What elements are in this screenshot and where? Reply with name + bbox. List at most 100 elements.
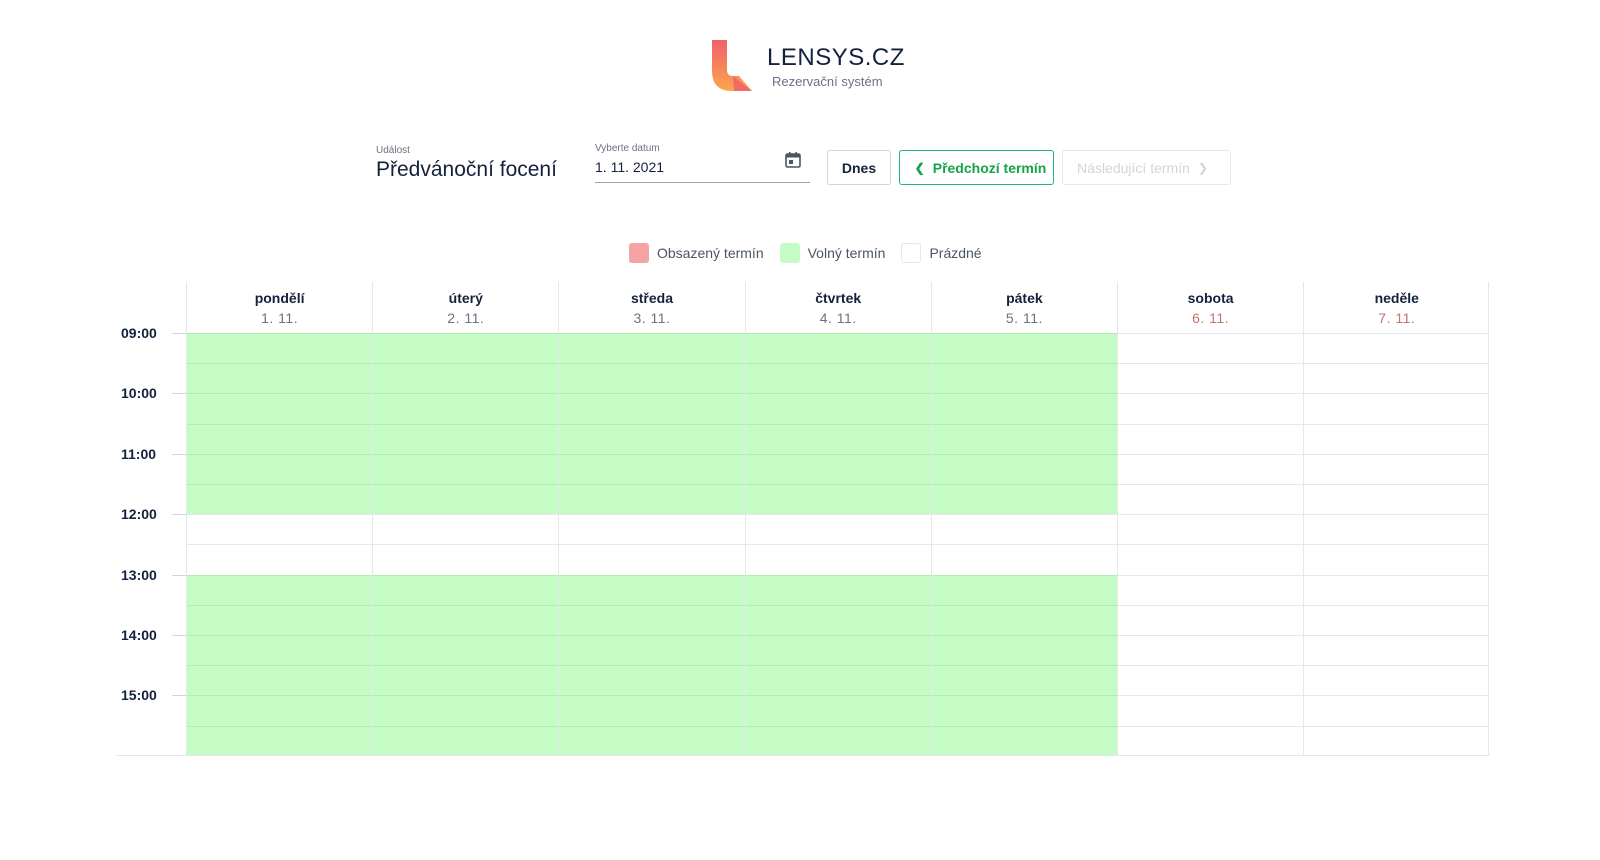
free-slot[interactable] xyxy=(373,363,559,394)
free-slot[interactable] xyxy=(187,484,373,515)
free-slot[interactable] xyxy=(745,333,931,364)
previous-slot-button[interactable]: ❮ Předchozí termín xyxy=(899,150,1054,185)
empty-slot xyxy=(1118,514,1304,545)
free-slot[interactable] xyxy=(373,635,559,666)
day-date: 6. 11. xyxy=(1192,310,1230,326)
free-slot[interactable] xyxy=(931,695,1117,727)
free-slot[interactable] xyxy=(187,574,373,606)
free-slot[interactable] xyxy=(559,665,745,696)
day-column xyxy=(930,333,1117,757)
chevron-left-icon: ❮ xyxy=(914,160,925,175)
legend: Obsazený termín Volný termín Prázdné xyxy=(629,243,998,263)
free-slot[interactable] xyxy=(559,363,745,394)
day-header: neděle 7. 11. xyxy=(1303,282,1489,333)
free-slot[interactable] xyxy=(745,604,931,636)
free-slot[interactable] xyxy=(745,393,931,425)
free-slot[interactable] xyxy=(373,484,559,515)
free-slot[interactable] xyxy=(373,393,559,425)
free-slot[interactable] xyxy=(745,484,931,515)
free-slot[interactable] xyxy=(187,695,373,727)
free-slot[interactable] xyxy=(745,574,931,606)
empty-slot xyxy=(1304,393,1490,424)
empty-slot xyxy=(1118,604,1304,636)
free-slot[interactable] xyxy=(931,604,1117,636)
free-slot[interactable] xyxy=(187,393,373,425)
free-slot[interactable] xyxy=(373,453,559,485)
free-slot[interactable] xyxy=(745,665,931,696)
hour-tick xyxy=(172,695,186,697)
free-slot[interactable] xyxy=(745,635,931,666)
day-name: pátek xyxy=(1006,290,1043,306)
day-date: 3. 11. xyxy=(633,310,671,326)
free-slot[interactable] xyxy=(559,635,745,666)
hour-label: 13:00 xyxy=(121,566,157,583)
free-slot[interactable] xyxy=(187,665,373,696)
free-slot[interactable] xyxy=(931,363,1117,394)
hour-label: 12:00 xyxy=(121,506,157,523)
free-slot[interactable] xyxy=(373,574,559,606)
empty-slot xyxy=(559,514,745,545)
empty-slot xyxy=(1304,725,1490,757)
hour-label: 11:00 xyxy=(121,445,157,462)
free-slot[interactable] xyxy=(187,333,373,364)
free-slot[interactable] xyxy=(559,695,745,727)
calendar-icon[interactable] xyxy=(784,151,802,169)
free-slot[interactable] xyxy=(559,604,745,636)
today-button[interactable]: Dnes xyxy=(827,150,891,185)
free-slot[interactable] xyxy=(187,725,373,757)
grid-bottom-border xyxy=(116,755,1490,756)
empty-slot xyxy=(1118,544,1304,575)
free-slot[interactable] xyxy=(931,453,1117,485)
free-slot[interactable] xyxy=(187,635,373,666)
free-slot[interactable] xyxy=(559,453,745,485)
free-slot[interactable] xyxy=(745,695,931,727)
free-slot[interactable] xyxy=(187,363,373,394)
free-slot[interactable] xyxy=(745,423,931,455)
free-slot[interactable] xyxy=(745,453,931,485)
legend-free-label: Volný termín xyxy=(807,245,886,261)
next-slot-button[interactable]: Následující termín ❯ xyxy=(1062,150,1231,185)
free-slot[interactable] xyxy=(559,393,745,425)
hour-tick xyxy=(172,635,186,636)
free-swatch xyxy=(779,243,800,263)
free-slot[interactable] xyxy=(559,484,745,515)
free-slot[interactable] xyxy=(559,725,745,757)
free-slot[interactable] xyxy=(559,423,745,455)
free-slot[interactable] xyxy=(931,393,1117,425)
empty-slot xyxy=(1304,453,1490,485)
free-slot[interactable] xyxy=(931,333,1117,364)
free-slot[interactable] xyxy=(373,695,559,727)
free-slot[interactable] xyxy=(187,453,373,485)
day-date: 7. 11. xyxy=(1378,310,1416,326)
free-slot[interactable] xyxy=(931,574,1117,606)
free-slot[interactable] xyxy=(931,725,1117,757)
free-slot[interactable] xyxy=(745,363,931,394)
free-slot[interactable] xyxy=(559,574,745,606)
free-slot[interactable] xyxy=(931,484,1117,515)
free-slot[interactable] xyxy=(931,665,1117,696)
free-slot[interactable] xyxy=(187,604,373,636)
date-field[interactable]: Vyberte datum 1. 11. 2021 xyxy=(595,143,810,183)
date-input[interactable]: 1. 11. 2021 xyxy=(595,159,810,175)
empty-slot xyxy=(1118,423,1304,455)
free-slot[interactable] xyxy=(373,604,559,636)
brand-subtitle: Rezervační systém xyxy=(772,74,883,89)
free-slot[interactable] xyxy=(373,333,559,364)
empty-slot xyxy=(1304,665,1490,696)
event-label: Událost xyxy=(376,145,410,156)
free-slot[interactable] xyxy=(187,423,373,455)
hour-tick xyxy=(172,574,186,576)
free-slot[interactable] xyxy=(559,333,745,364)
day-column xyxy=(1303,333,1490,757)
free-slot[interactable] xyxy=(745,725,931,757)
day-name: čtvrtek xyxy=(815,290,862,306)
free-slot[interactable] xyxy=(931,635,1117,666)
free-slot[interactable] xyxy=(373,725,559,757)
empty-slot xyxy=(1304,363,1490,394)
empty-slot xyxy=(931,544,1117,575)
free-slot[interactable] xyxy=(931,423,1117,455)
free-slot[interactable] xyxy=(373,665,559,696)
free-slot[interactable] xyxy=(373,423,559,455)
day-header: pondělí 1. 11. xyxy=(186,282,372,333)
empty-slot xyxy=(1118,453,1304,485)
